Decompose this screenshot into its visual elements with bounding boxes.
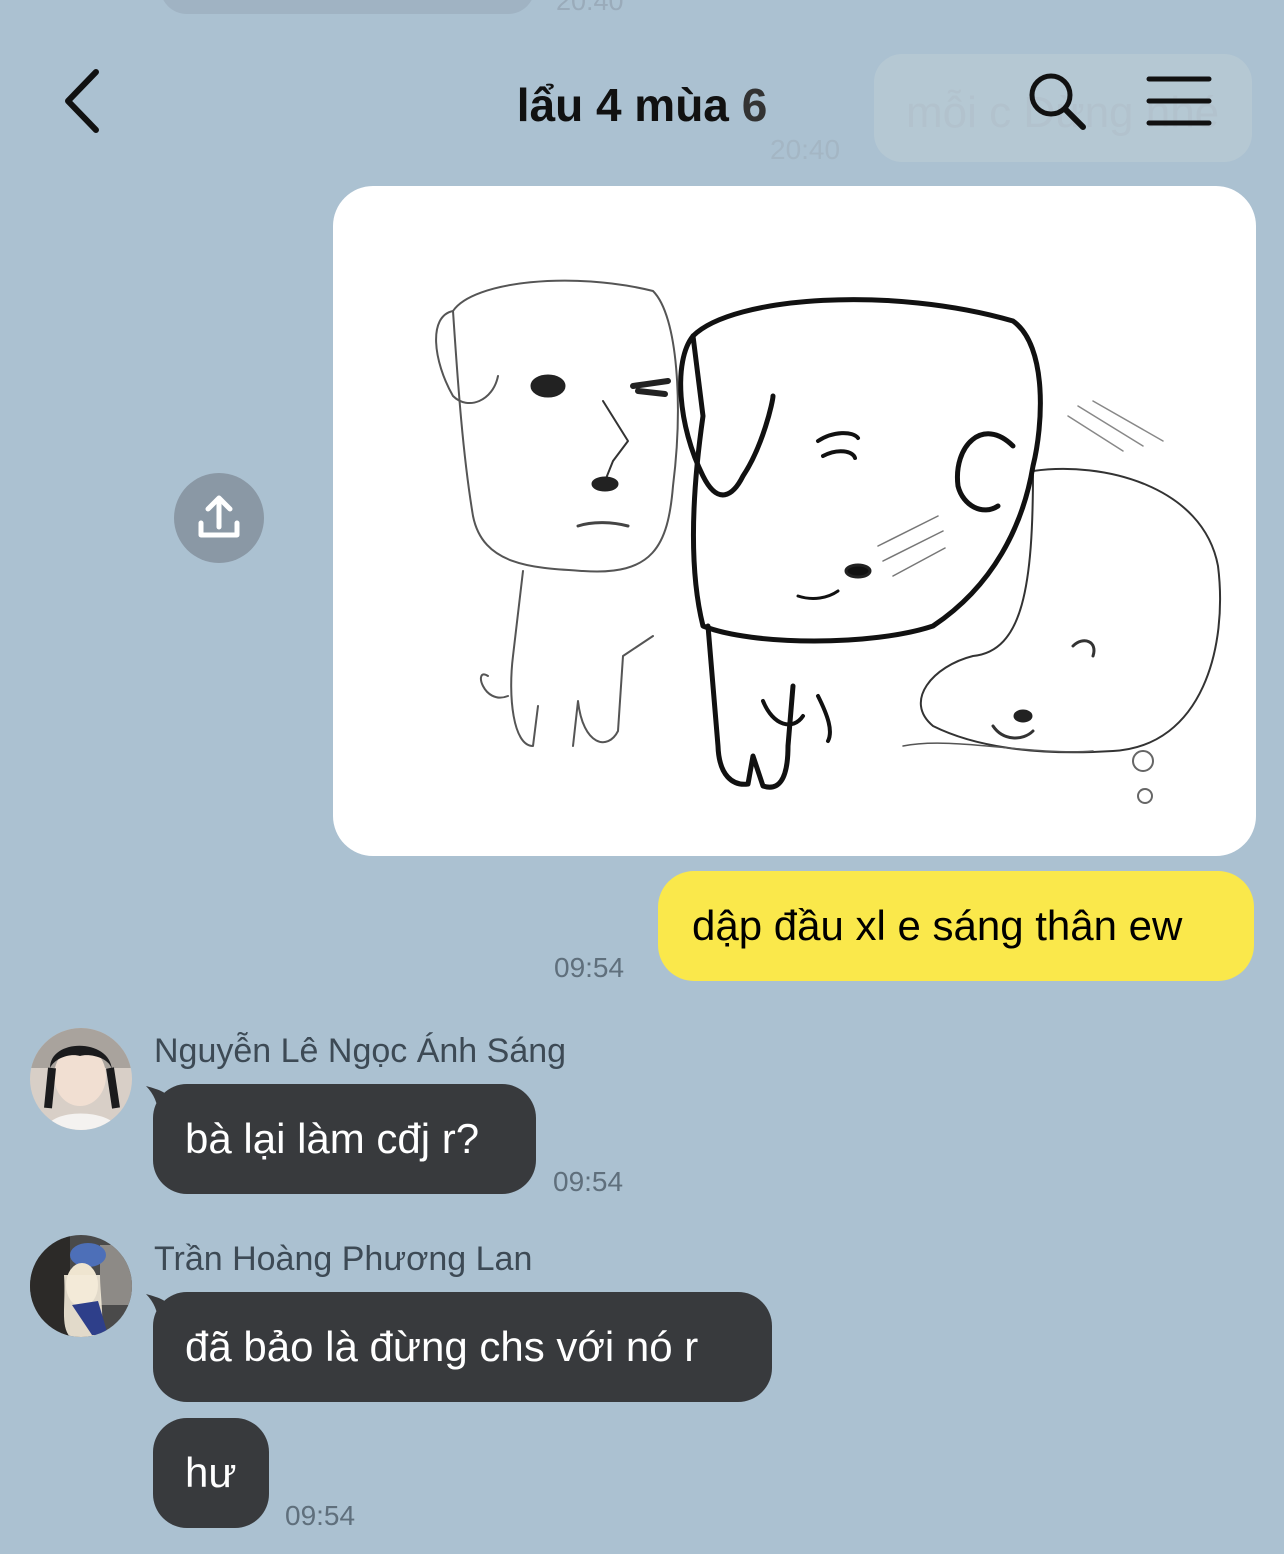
- previous-message-bubble[interactable]: [160, 0, 535, 14]
- avatar-photo: [30, 1235, 132, 1337]
- sender-name: Nguyễn Lê Ngọc Ánh Sáng: [154, 1032, 567, 1070]
- previous-message-time-ghost: 20:40: [770, 134, 841, 165]
- outgoing-message-bubble[interactable]: dập đầu xl e sáng thân ew: [658, 871, 1254, 981]
- message-text: đã bảo là đừng chs với nó r: [185, 1323, 699, 1370]
- incoming-message-bubble[interactable]: hư: [153, 1418, 269, 1528]
- member-count: 6: [741, 79, 768, 131]
- avatar-photo: [30, 1028, 132, 1130]
- message-text: dập đầu xl e sáng thân ew: [692, 902, 1183, 949]
- message-text: hư: [185, 1449, 237, 1496]
- image-message[interactable]: [333, 186, 1256, 856]
- chat-name: lẩu 4 mùa: [516, 79, 729, 131]
- message-text: bà lại làm cđj r?: [185, 1115, 480, 1162]
- sender-name: Trần Hoàng Phương Lan: [154, 1240, 533, 1278]
- avatar[interactable]: [30, 1235, 132, 1337]
- incoming-message-bubble[interactable]: bà lại làm cđj r?: [153, 1084, 536, 1194]
- previous-message-time: 20:40: [556, 0, 624, 16]
- menu-button[interactable]: [1146, 74, 1212, 128]
- avatar[interactable]: [30, 1028, 132, 1130]
- hamburger-menu-icon: [1146, 76, 1212, 126]
- chat-title[interactable]: lẩu 4 mùa 6: [0, 78, 1284, 132]
- search-button[interactable]: [1026, 70, 1088, 132]
- incoming-message-bubble[interactable]: đã bảo là đừng chs với nó r: [153, 1292, 772, 1402]
- share-upload-icon: [198, 495, 240, 538]
- dog-sketch-image: [435, 279, 1222, 804]
- message-time: 09:54: [285, 1500, 356, 1531]
- message-time: 09:54: [553, 1166, 624, 1197]
- search-icon: [1029, 73, 1086, 130]
- message-time: 09:54: [554, 952, 625, 983]
- share-button[interactable]: [174, 473, 264, 563]
- chat-header: mỗi c Dừng nhé 20:40 lẩu 4 mùa 6: [0, 40, 1284, 170]
